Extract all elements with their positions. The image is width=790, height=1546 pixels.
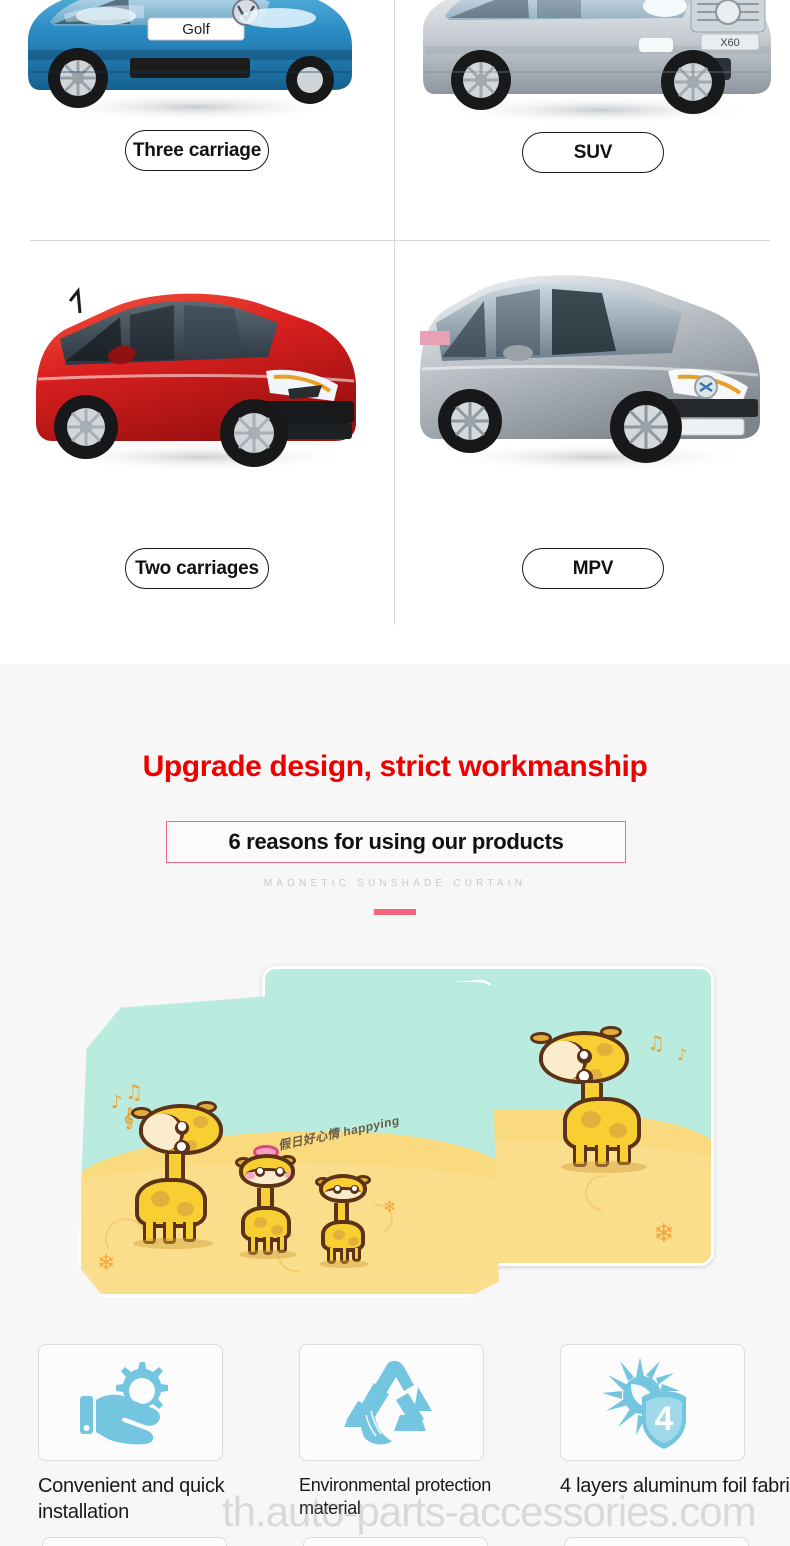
feature-icon-box	[299, 1344, 484, 1461]
feature-card-list-row2	[0, 1537, 790, 1546]
feature-icon-box	[38, 1344, 223, 1461]
giraffe-head	[239, 1154, 295, 1188]
feature-card-eco[interactable]: Environmental protection material	[299, 1344, 534, 1520]
giraffe-spot	[609, 1123, 627, 1138]
promo-caption: MAGNETIC SUNSHADE CURTAIN	[263, 878, 527, 889]
feature-icon-box: 4	[560, 1344, 745, 1461]
car-type-grid: Golf Three carriage X60 SUV Two carriage…	[0, 0, 790, 664]
giraffe-spot	[348, 1237, 359, 1246]
recycle-leaf-icon	[343, 1360, 432, 1444]
giraffe-eye	[577, 1049, 592, 1064]
feature-icon-box[interactable]	[564, 1537, 749, 1546]
layer-count-text: 4	[654, 1400, 673, 1438]
car-cell-mpv[interactable]: MPV	[396, 241, 790, 625]
sun-shield-4-icon: 4	[601, 1356, 686, 1449]
giraffe-shadow	[561, 1161, 647, 1173]
feature-icon-box[interactable]	[42, 1537, 227, 1546]
giraffe-spot	[177, 1202, 194, 1216]
giraffe-eye	[350, 1185, 359, 1194]
car-label-two-carriages[interactable]: Two carriages	[125, 548, 269, 589]
giraffe-head	[319, 1174, 367, 1203]
feature-card-install[interactable]: Convenient and quick installation	[38, 1344, 273, 1525]
flower-icon: ❄	[653, 1219, 675, 1249]
car-label-mpv[interactable]: MPV	[522, 548, 664, 589]
flower-icon: ❄	[97, 1251, 116, 1276]
giraffe-shadow	[133, 1238, 213, 1249]
feature-label-install: Convenient and quick installation	[38, 1475, 225, 1523]
giraffe-spot	[193, 1116, 208, 1128]
music-note-icon: ♫	[125, 1080, 143, 1104]
giraffe-eye	[175, 1121, 189, 1135]
giraffe-body	[135, 1178, 207, 1228]
feature-label-eco: Environmental protection material	[299, 1475, 491, 1519]
car-cell-suv[interactable]: X60 SUV	[396, 0, 790, 240]
giraffe-eye	[275, 1167, 285, 1177]
svg-text:Golf: Golf	[182, 21, 210, 38]
giraffe-spot	[333, 1230, 345, 1240]
sunshade-front-door[interactable]: ♪ ♫ 𝄞 假日好心情 happying ❄ ❄	[78, 979, 499, 1297]
car-label-suv[interactable]: SUV	[522, 132, 664, 173]
giraffe-spot	[581, 1111, 601, 1128]
giraffe-eye	[174, 1140, 190, 1152]
feature-card-layers[interactable]: 4 4 layers aluminum foil fabric	[560, 1344, 790, 1500]
promo-section: Upgrade design, strict workmanship 6 rea…	[0, 664, 790, 1546]
giraffe-eye	[333, 1185, 342, 1194]
giraffe-spot	[271, 1225, 283, 1235]
giraffe-head	[539, 1031, 629, 1085]
music-note-icon: ♪	[111, 1092, 123, 1113]
giraffe-head	[139, 1104, 223, 1156]
car-cell-three-carriage[interactable]: Golf Three carriage	[0, 0, 394, 240]
flower-icon: ❄	[383, 1197, 397, 1216]
giraffe-spot	[151, 1191, 170, 1207]
grid-divider-vertical	[394, 0, 395, 625]
product-image-group: ♫ ♪ 𝄞	[0, 954, 790, 1314]
giraffe-baby	[315, 1174, 371, 1226]
svg-text:X60: X60	[720, 37, 740, 49]
giraffe-blush	[245, 1172, 255, 1179]
promo-accent-bar	[374, 909, 416, 915]
feature-label-layers: 4 layers aluminum foil fabric	[560, 1475, 790, 1497]
giraffe-body	[563, 1097, 641, 1151]
hand-gear-icon	[79, 1361, 168, 1444]
giraffe-blush	[285, 1172, 291, 1179]
music-note-icon: ♪	[677, 1045, 688, 1064]
giraffe-spot	[254, 1217, 267, 1228]
giraffe-horn	[530, 1031, 552, 1045]
giraffe-shadow	[239, 1250, 297, 1259]
blue-hatchback-photo: Golf	[28, 0, 352, 121]
music-note-icon: ♫	[647, 1031, 665, 1055]
promo-reasons-box: 6 reasons for using our products	[166, 821, 626, 863]
giraffe-eye	[255, 1167, 265, 1177]
promo-title: Upgrade design, strict workmanship	[142, 750, 648, 783]
feature-card-list: Convenient and quick installation Enviro…	[0, 1344, 790, 1546]
car-cell-two-carriages[interactable]: Two carriages	[0, 241, 394, 625]
silver-suv-photo: X60	[423, 0, 771, 124]
product-detail-page: Golf Three carriage X60 SUV Two carriage…	[0, 0, 790, 1546]
grey-mpv-photo	[420, 275, 760, 471]
red-hatchback-photo	[36, 287, 356, 471]
giraffe-spot	[597, 1043, 613, 1056]
giraffe-shadow	[319, 1260, 369, 1268]
car-label-three-carriage[interactable]: Three carriage	[125, 130, 269, 171]
giraffe-girl	[235, 1145, 296, 1214]
promo-reasons-label: 6 reasons for using our products	[228, 829, 564, 854]
feature-icon-box[interactable]	[303, 1537, 488, 1546]
